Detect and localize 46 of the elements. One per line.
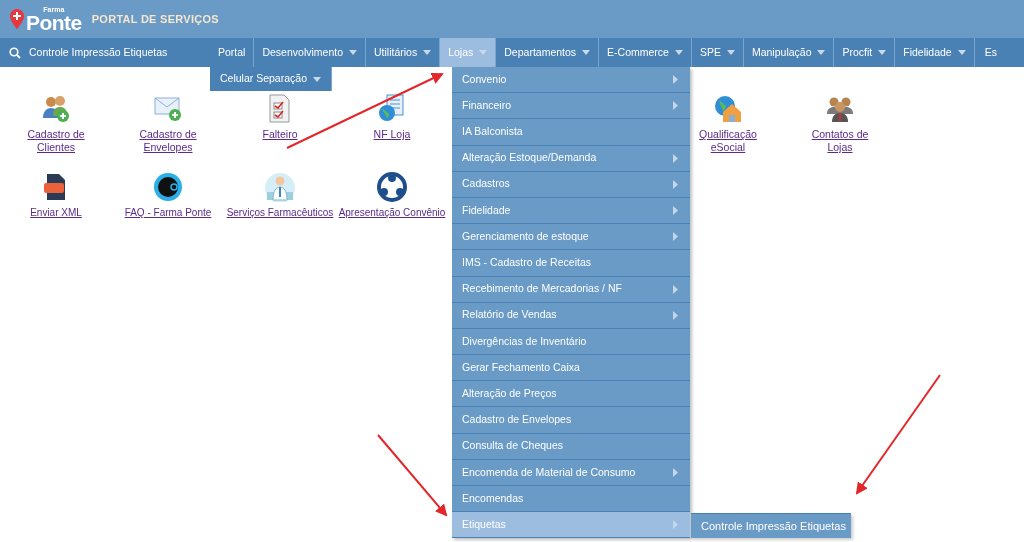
- menu-item[interactable]: Divergências de Inventário: [452, 328, 690, 356]
- logo-text: Ponte: [26, 11, 82, 33]
- menu-item[interactable]: Encomenda de Material de Consumo: [452, 459, 690, 486]
- nav-tab[interactable]: Es: [974, 38, 1007, 67]
- shortcut-link[interactable]: NF Loja: [352, 128, 432, 141]
- nav-tab[interactable]: Celular Separação: [210, 67, 332, 91]
- menu-item[interactable]: Gerenciamento de estoque: [452, 224, 690, 251]
- menu-item[interactable]: Alteração Estoque/Demanda: [452, 145, 690, 172]
- menu-item[interactable]: Alteração de Preços: [452, 381, 690, 408]
- people-circle-icon[interactable]: [377, 172, 407, 202]
- menu-item[interactable]: Encomendas: [452, 486, 690, 513]
- shortcut-link[interactable]: FAQ - Farma Ponte: [124, 206, 212, 219]
- shortcut-link[interactable]: Apresentação Convênio: [338, 206, 446, 219]
- shortcut-link[interactable]: Cadastro de Clientes: [16, 128, 96, 154]
- globe-document-icon[interactable]: [377, 94, 407, 124]
- submenu-item[interactable]: Controle Impressão Etiquetas: [691, 514, 851, 538]
- menu-item[interactable]: Consulta de Cheques: [452, 433, 690, 460]
- search-field[interactable]: Controle Impressão Etiquetas: [0, 38, 210, 67]
- shortcut-link[interactable]: Qualificação eSocial: [688, 128, 768, 154]
- nav-tab[interactable]: SPE: [691, 38, 744, 67]
- shortcut-link[interactable]: Enviar XML: [30, 206, 82, 219]
- shortcut-link[interactable]: Cadastro de Envelopes: [128, 128, 208, 154]
- menu-item[interactable]: Convenio: [452, 67, 690, 94]
- portal-title: PORTAL DE SERVIÇOS: [91, 11, 219, 27]
- menu-item[interactable]: Recebimento de Mercadorias / NF: [452, 276, 690, 303]
- pharmacist-icon[interactable]: [265, 172, 295, 202]
- menu-item[interactable]: IMS - Cadastro de Receitas: [452, 250, 690, 277]
- shortcut-link[interactable]: Falteiro: [240, 128, 320, 141]
- menu-item[interactable]: Gerar Fechamento Caixa: [452, 355, 690, 382]
- search-icon: [9, 46, 21, 59]
- menu-item[interactable]: Relatório de Vendas: [452, 302, 690, 329]
- globe-house-icon[interactable]: [713, 94, 743, 124]
- menu-item[interactable]: IA Balconista: [452, 119, 690, 146]
- envelope-add-icon[interactable]: [153, 94, 183, 124]
- faq-icon[interactable]: [153, 172, 183, 202]
- nav-tab[interactable]: Procfit: [834, 38, 896, 67]
- people-add-icon[interactable]: [41, 94, 71, 124]
- nav-tab[interactable]: Manipulação: [743, 38, 835, 67]
- nav-tab[interactable]: Fidelidade: [895, 38, 975, 67]
- menu-item[interactable]: Cadastro de Envelopes: [452, 407, 690, 434]
- shortcut-link[interactable]: Contatos de Lojas: [800, 128, 880, 154]
- shortcut-link[interactable]: Serviços Farmacêuticos: [226, 206, 334, 219]
- menu-item[interactable]: Financeiro: [452, 93, 690, 120]
- logo-pin-icon: [10, 9, 24, 29]
- menu-item[interactable]: Cadastros: [452, 171, 690, 198]
- menu-item[interactable]: Fidelidade: [452, 197, 690, 225]
